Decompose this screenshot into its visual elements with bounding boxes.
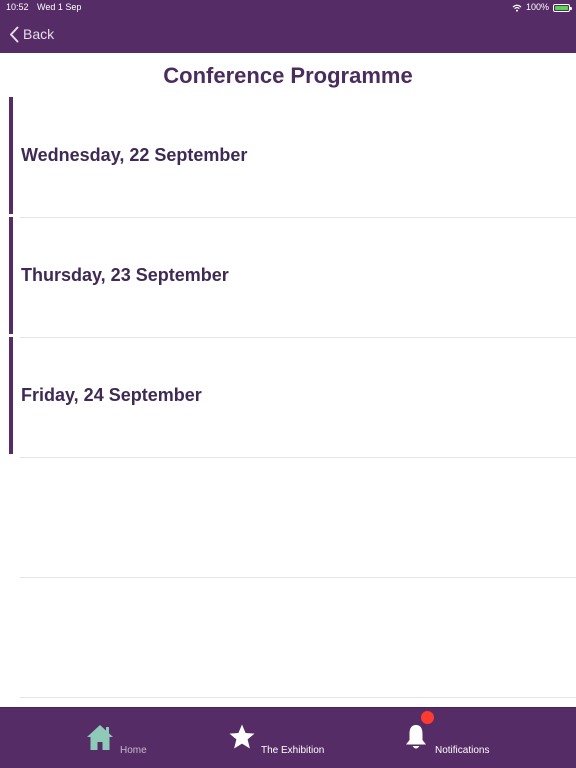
notification-badge [421,711,434,724]
chevron-left-icon [9,26,19,43]
tab-the-exhibition[interactable]: The Exhibition [228,708,338,768]
status-date: Wed 1 Sep [37,2,82,12]
tab-home[interactable]: Home [86,708,166,768]
day-label: Thursday, 23 September [21,265,229,285]
tab-label: Notifications [435,745,490,756]
wifi-icon [512,4,522,12]
day-item-thursday[interactable]: Thursday, 23 September [0,217,576,338]
empty-row [0,457,576,578]
tab-label: The Exhibition [261,745,325,756]
tab-notifications[interactable]: Notifications [404,708,514,768]
battery-icon [553,3,572,12]
status-time: 10:52 [6,2,29,12]
status-bar: 10:52 Wed 1 Sep 100% [0,0,576,15]
day-label: Wednesday, 22 September [21,145,248,165]
empty-row [0,577,576,698]
star-icon [228,723,256,751]
tab-label: Home [120,745,147,756]
day-accent-bar [9,217,13,334]
divider [20,697,576,698]
nav-header: 10:52 Wed 1 Sep 100% Back [0,0,576,53]
home-icon [86,723,114,751]
day-accent-bar [9,337,13,454]
day-label: Friday, 24 September [21,385,202,405]
day-list: Wednesday, 22 September Thursday, 23 Sep… [0,97,576,698]
day-accent-bar [9,97,13,214]
back-label: Back [23,26,55,42]
status-indicators: 100% [512,0,572,15]
back-button[interactable]: Back [9,24,54,44]
tab-bar: Home The Exhibition Notifications [0,707,576,768]
page-title: Conference Programme [163,63,413,88]
day-item-friday[interactable]: Friday, 24 September [0,337,576,458]
day-item-wednesday[interactable]: Wednesday, 22 September [0,97,576,218]
battery-percent: 100% [525,2,549,12]
bell-icon [404,723,428,751]
